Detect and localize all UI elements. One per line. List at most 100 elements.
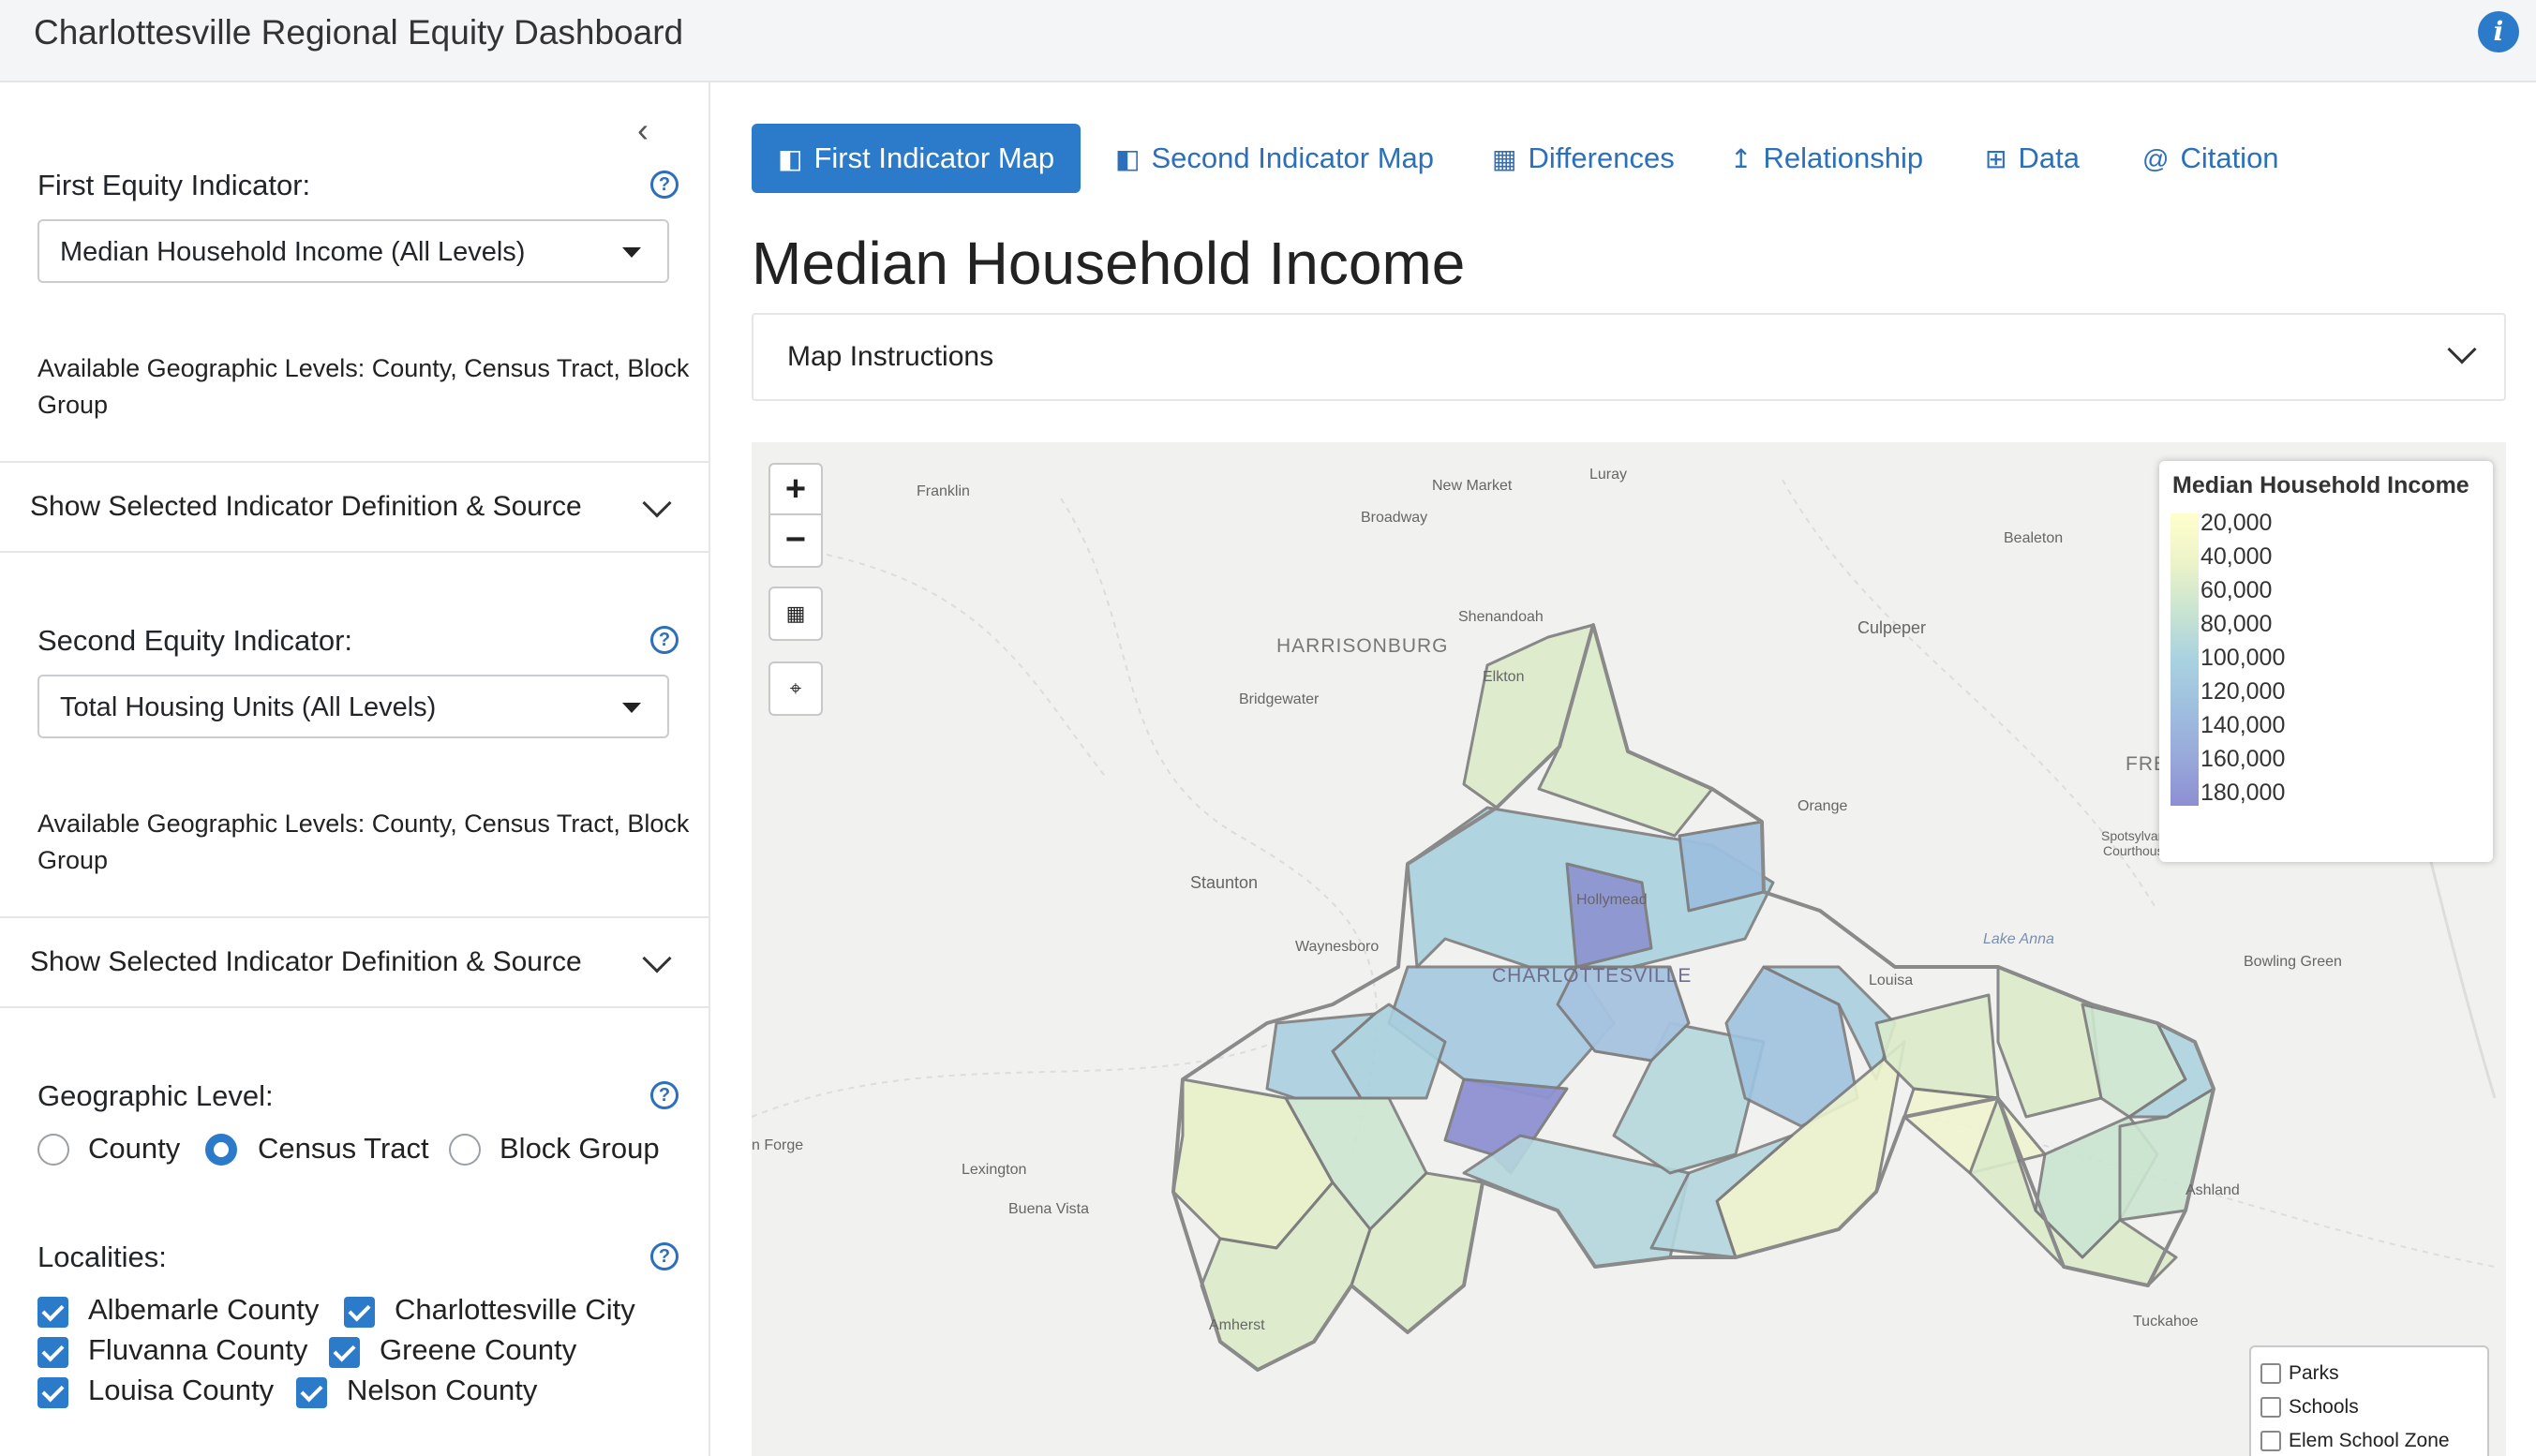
map-instructions-toggle[interactable]: Map Instructions <box>752 313 2506 401</box>
line-chart-icon: ↥ <box>1730 144 1753 173</box>
first-indicator-select[interactable]: Median Household Income (All Levels) <box>37 219 669 283</box>
place-label: Elkton <box>1483 669 1525 685</box>
overlay-elem-school-zone[interactable]: Elem School Zone <box>2260 1430 2450 1452</box>
tab-second-indicator-map[interactable]: ◧ Second Indicator Map <box>1115 124 1434 193</box>
checkbox[interactable] <box>2260 1431 2281 1452</box>
legend-tick: 180,000 <box>2200 780 2286 806</box>
tab-label: Second Indicator Map <box>1151 141 1435 174</box>
overlay-control: Parks Schools Elem School Zone <box>2249 1345 2489 1456</box>
radio-county-label: County <box>88 1132 181 1165</box>
zoom-in-button[interactable]: + <box>770 465 821 515</box>
place-label: Lake Anna <box>1983 931 2054 947</box>
radio-census-tract[interactable] <box>205 1134 237 1166</box>
checkbox-label: Charlottesville City <box>395 1293 635 1326</box>
place-label: Shenandoah <box>1458 609 1544 625</box>
divider <box>0 916 710 918</box>
map-icon: ◧ <box>1115 144 1141 173</box>
checkbox-label: Louisa County <box>88 1374 275 1406</box>
checkbox-charlottesville[interactable] <box>344 1297 375 1328</box>
first-indicator-definition-toggle[interactable]: Show Selected Indicator Definition & Sou… <box>30 491 582 523</box>
overlay-label: Parks <box>2289 1362 2339 1384</box>
second-indicator-label: Second Equity Indicator: <box>37 624 353 657</box>
map-instructions-label: Map Instructions <box>787 341 994 372</box>
help-icon[interactable]: ? <box>650 626 679 654</box>
chevron-down-icon[interactable] <box>642 488 672 518</box>
checkbox[interactable] <box>2260 1397 2281 1419</box>
tab-citation[interactable]: @ Citation <box>2142 124 2279 193</box>
tab-relationship[interactable]: ↥ Relationship <box>1730 124 1923 193</box>
place-label: Tuckahoe <box>2133 1314 2199 1330</box>
app-header: Charlottesville Regional Equity Dashboar… <box>0 0 2536 82</box>
chevron-down-icon[interactable] <box>2447 334 2477 364</box>
overlay-schools[interactable]: Schools <box>2260 1396 2359 1419</box>
place-label: Luray <box>1589 467 1628 483</box>
help-icon[interactable]: ? <box>650 1081 679 1109</box>
place-label: Bealeton <box>2004 530 2064 546</box>
divider <box>0 551 710 553</box>
first-indicator-value: Median Household Income (All Levels) <box>60 237 526 267</box>
zoom-out-button[interactable]: − <box>770 515 821 566</box>
map-icon: ◧ <box>778 144 803 173</box>
fullscreen-button[interactable]: ▦ <box>768 587 823 641</box>
checkbox-label: Nelson County <box>347 1374 538 1406</box>
info-icon[interactable]: i <box>2478 11 2519 52</box>
checkbox-greene[interactable] <box>329 1337 360 1368</box>
place-label: Amherst <box>1209 1317 1265 1333</box>
radio-census-tract-label: Census Tract <box>258 1132 429 1165</box>
checkbox[interactable] <box>2260 1363 2281 1385</box>
locate-button[interactable]: ⌖ <box>768 661 823 716</box>
first-indicator-availability: Available Geographic Levels: County, Cen… <box>37 354 690 419</box>
place-label: HARRISONBURG <box>1276 635 1449 657</box>
help-icon[interactable]: ? <box>650 1242 679 1270</box>
map-legend: Median Household Income 20,000 40,000 60… <box>2159 461 2493 862</box>
legend-tick: 140,000 <box>2200 712 2286 738</box>
sidebar: ‹ First Equity Indicator: ? Median House… <box>0 82 710 1456</box>
place-label: Orange <box>1798 798 1848 814</box>
checkbox-louisa[interactable] <box>37 1377 68 1408</box>
legend-tick: 120,000 <box>2200 678 2286 705</box>
checkbox-label: Fluvanna County <box>88 1333 308 1366</box>
place-label: Buena Vista <box>1008 1201 1089 1217</box>
second-indicator-select[interactable]: Total Housing Units (All Levels) <box>37 675 669 738</box>
tab-data[interactable]: ⊞ Data <box>1985 124 2080 193</box>
divider <box>0 461 710 463</box>
checkbox-albemarle[interactable] <box>37 1297 68 1328</box>
tab-first-indicator-map[interactable]: ◧ First Indicator Map <box>752 124 1082 193</box>
overlay-label: Elem School Zone <box>2289 1430 2450 1451</box>
choropleth-map[interactable]: Franklin New Market Luray Broadway Beale… <box>752 442 2506 1456</box>
tab-label: Data <box>2018 141 2080 174</box>
divider <box>0 1006 710 1008</box>
place-label: Hollymead <box>1576 892 1648 908</box>
zoom-control: + − <box>768 463 823 568</box>
legend-tick: 160,000 <box>2200 746 2286 772</box>
place-label: Bridgewater <box>1239 691 1320 707</box>
second-indicator-availability: Available Geographic Levels: County, Cen… <box>37 810 690 874</box>
place-label: Bowling Green <box>2244 954 2342 970</box>
second-indicator-definition-toggle[interactable]: Show Selected Indicator Definition & Sou… <box>30 946 582 978</box>
tab-label: Differences <box>1528 141 1675 174</box>
second-indicator-value: Total Housing Units (All Levels) <box>60 692 437 722</box>
legend-tick: 60,000 <box>2200 577 2273 603</box>
tab-label: Citation <box>2180 141 2279 174</box>
legend-tick: 20,000 <box>2200 510 2273 536</box>
place-label: Culpeper <box>1857 618 1927 637</box>
table-icon: ⊞ <box>1985 144 2007 173</box>
place-label: Waynesboro <box>1295 939 1380 955</box>
legend-tick: 40,000 <box>2200 543 2273 570</box>
geo-level-label: Geographic Level: <box>37 1079 274 1112</box>
overlay-parks[interactable]: Parks <box>2260 1362 2339 1385</box>
place-label: Franklin <box>917 483 970 499</box>
chevron-down-icon[interactable] <box>642 943 672 973</box>
collapse-sidebar-icon[interactable]: ‹ <box>637 111 649 150</box>
legend-tick: 100,000 <box>2200 645 2286 671</box>
tab-differences[interactable]: ▦ Differences <box>1492 124 1675 193</box>
checkbox-fluvanna[interactable] <box>37 1337 68 1368</box>
radio-block-group-label: Block Group <box>500 1132 660 1165</box>
checkbox-nelson[interactable] <box>296 1377 327 1408</box>
place-label: Broadway <box>1361 510 1428 526</box>
help-icon[interactable]: ? <box>650 171 679 199</box>
radio-county[interactable] <box>37 1134 69 1166</box>
place-label: Ashland <box>2185 1182 2240 1198</box>
radio-block-group[interactable] <box>449 1134 481 1166</box>
place-label: New Market <box>1432 478 1513 494</box>
